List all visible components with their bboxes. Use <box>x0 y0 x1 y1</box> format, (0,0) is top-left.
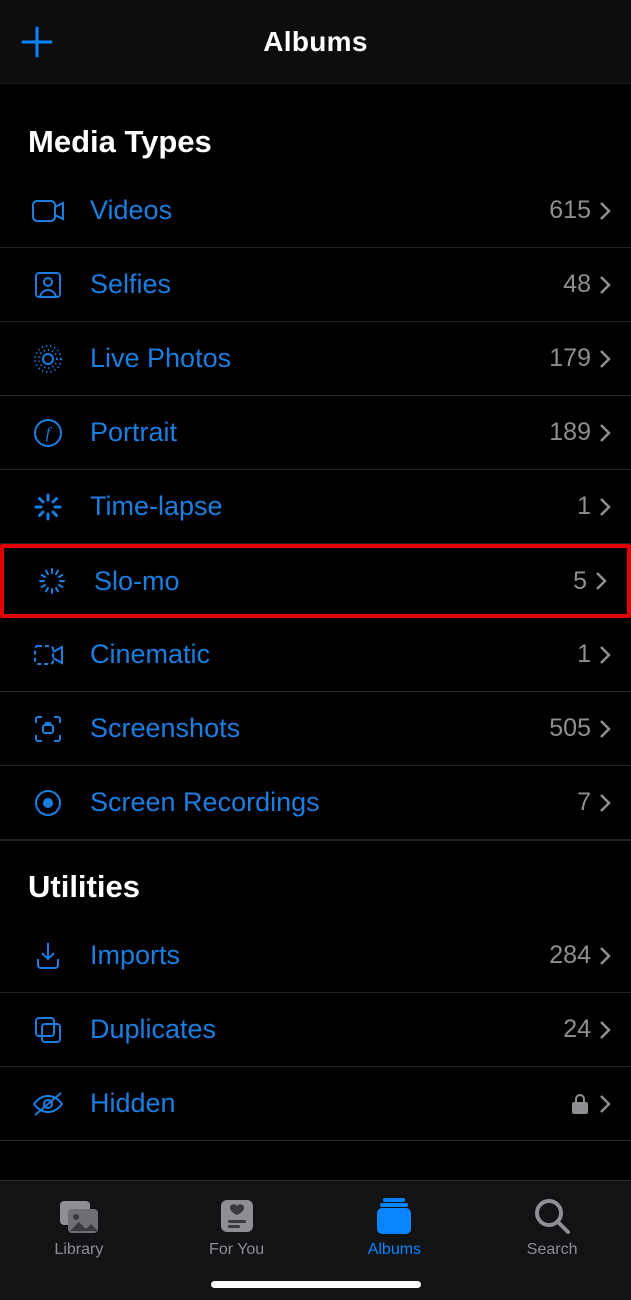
media-row-cinematic[interactable]: Cinematic 1 <box>0 618 631 692</box>
media-row-videos[interactable]: Videos 615 <box>0 174 631 248</box>
hidden-icon <box>30 1091 66 1117</box>
svg-text:f: f <box>46 425 53 442</box>
selfies-icon <box>30 271 66 299</box>
home-indicator[interactable] <box>211 1281 421 1288</box>
plus-icon <box>20 25 54 59</box>
imports-icon <box>30 941 66 971</box>
video-icon <box>30 200 66 222</box>
row-count: 5 <box>573 567 587 596</box>
row-count: 179 <box>549 344 591 373</box>
row-label: Hidden <box>90 1088 571 1119</box>
row-count: 1 <box>577 640 591 669</box>
row-count: 24 <box>563 1015 591 1044</box>
row-label: Videos <box>90 195 549 226</box>
chevron-right-icon <box>599 719 611 739</box>
tab-label: Search <box>527 1241 578 1259</box>
row-label: Slo-mo <box>94 566 573 597</box>
live-photos-icon <box>30 344 66 374</box>
chevron-right-icon <box>599 793 611 813</box>
media-row-time-lapse[interactable]: Time-lapse 1 <box>0 470 631 544</box>
chevron-right-icon <box>599 645 611 665</box>
chevron-right-icon <box>595 571 607 591</box>
chevron-right-icon <box>599 1094 611 1114</box>
tab-albums[interactable]: Albums <box>316 1195 474 1259</box>
row-label: Selfies <box>90 269 563 300</box>
chevron-right-icon <box>599 946 611 966</box>
chevron-right-icon <box>599 497 611 517</box>
tab-search[interactable]: Search <box>473 1195 631 1259</box>
row-count: 189 <box>549 418 591 447</box>
media-row-screen-recordings[interactable]: Screen Recordings 7 <box>0 766 631 840</box>
for-you-icon <box>217 1195 257 1237</box>
utility-row-duplicates[interactable]: Duplicates 24 <box>0 993 631 1067</box>
utility-row-imports[interactable]: Imports 284 <box>0 919 631 993</box>
media-row-slo-mo[interactable]: Slo-mo 5 <box>0 544 631 618</box>
row-label: Screenshots <box>90 713 549 744</box>
row-label: Portrait <box>90 417 549 448</box>
media-types-list: Videos 615 Selfies 48 Live Photos 179 <box>0 174 631 840</box>
lock-icon <box>571 1093 589 1115</box>
tab-for-you[interactable]: For You <box>158 1195 316 1259</box>
tab-label: Albums <box>368 1241 421 1259</box>
row-count: 615 <box>549 196 591 225</box>
section-header-utilities: Utilities <box>0 840 631 919</box>
media-row-screenshots[interactable]: Screenshots 505 <box>0 692 631 766</box>
duplicates-icon <box>30 1015 66 1045</box>
tab-bar: Library For You Albums Search <box>0 1180 631 1300</box>
portrait-icon: f <box>30 418 66 448</box>
section-header-media-types: Media Types <box>0 84 631 174</box>
utilities-list: Imports 284 Duplicates 24 Hidden <box>0 919 631 1141</box>
screenshots-icon <box>30 714 66 744</box>
media-row-live-photos[interactable]: Live Photos 179 <box>0 322 631 396</box>
row-count: 48 <box>563 270 591 299</box>
chevron-right-icon <box>599 423 611 443</box>
screen-recordings-icon <box>30 788 66 818</box>
page-title: Albums <box>263 26 367 58</box>
chevron-right-icon <box>599 1020 611 1040</box>
row-label: Live Photos <box>90 343 549 374</box>
row-label: Time-lapse <box>90 491 577 522</box>
chevron-right-icon <box>599 201 611 221</box>
add-button[interactable] <box>18 23 56 61</box>
row-count: 284 <box>549 941 591 970</box>
tab-label: For You <box>209 1241 264 1259</box>
tab-library[interactable]: Library <box>0 1195 158 1259</box>
row-label: Imports <box>90 940 549 971</box>
content-scroll[interactable]: Media Types Videos 615 Selfies 48 <box>0 84 631 1180</box>
tab-label: Library <box>54 1241 103 1259</box>
media-row-selfies[interactable]: Selfies 48 <box>0 248 631 322</box>
library-icon <box>56 1195 102 1237</box>
row-count: 1 <box>577 492 591 521</box>
cinematic-icon <box>30 643 66 667</box>
slo-mo-icon <box>34 566 70 596</box>
albums-icon <box>373 1195 415 1237</box>
row-count: 505 <box>549 714 591 743</box>
navigation-bar: Albums <box>0 0 631 84</box>
row-label: Cinematic <box>90 639 577 670</box>
time-lapse-icon <box>30 492 66 522</box>
utility-row-hidden[interactable]: Hidden <box>0 1067 631 1141</box>
row-label: Duplicates <box>90 1014 563 1045</box>
search-icon <box>532 1195 572 1237</box>
row-label: Screen Recordings <box>90 787 577 818</box>
chevron-right-icon <box>599 349 611 369</box>
media-row-portrait[interactable]: f Portrait 189 <box>0 396 631 470</box>
row-count: 7 <box>577 788 591 817</box>
chevron-right-icon <box>599 275 611 295</box>
